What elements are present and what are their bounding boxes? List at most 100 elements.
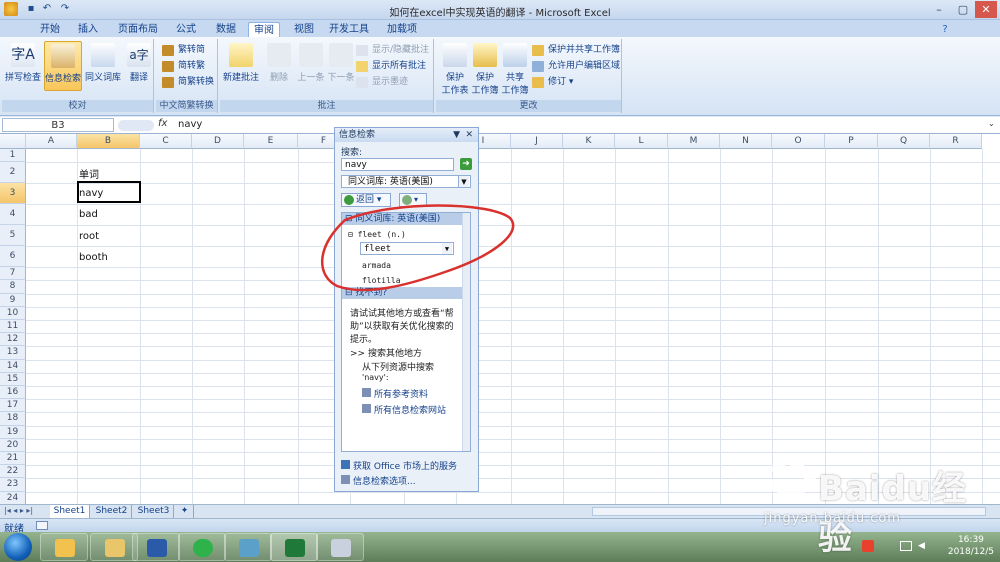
tab-home[interactable]: 开始	[34, 22, 66, 38]
row-header[interactable]: 17	[0, 399, 26, 413]
track-changes-button[interactable]: 修订 ▾	[532, 75, 573, 90]
name-box[interactable]: B3	[2, 118, 114, 132]
share-workbook-button[interactable]: 共享 工作簿	[496, 41, 534, 96]
translate-button[interactable]: a字 翻译	[120, 41, 158, 91]
all-references-link[interactable]: 所有参考资料	[362, 387, 428, 400]
row-header[interactable]: 5	[0, 225, 26, 247]
row-header[interactable]: 11	[0, 320, 26, 334]
column-header[interactable]: J	[511, 134, 563, 149]
pane-menu-icon[interactable]: ▼	[453, 128, 460, 142]
row-header[interactable]: 22	[0, 465, 26, 479]
row-header[interactable]: 3	[0, 183, 26, 205]
insert-sheet-icon[interactable]: ✦	[176, 505, 194, 518]
minimize-icon[interactable]: –	[928, 1, 950, 18]
taskbar-app[interactable]	[40, 533, 88, 561]
allow-edit-ranges-button[interactable]: 允许用户编辑区域	[532, 59, 620, 74]
tab-insert[interactable]: 插入	[72, 22, 104, 38]
row-header[interactable]: 12	[0, 333, 26, 347]
row-header[interactable]: 10	[0, 306, 26, 320]
taskbar-app[interactable]	[224, 533, 272, 561]
cell-b6[interactable]: booth	[79, 252, 108, 263]
row-header[interactable]: 20	[0, 438, 26, 452]
tab-data[interactable]: 数据	[210, 22, 242, 38]
source-select[interactable]: 同义词库: 英语(美国) ▼	[341, 175, 471, 188]
tab-formulas[interactable]: 公式	[170, 22, 202, 38]
taskbar-app[interactable]	[178, 533, 226, 561]
row-header[interactable]: 18	[0, 412, 26, 426]
tab-view[interactable]: 视图	[288, 22, 320, 38]
next-comment-button[interactable]: 下一条	[322, 41, 360, 91]
row-header[interactable]: 2	[0, 162, 26, 184]
cell-b2[interactable]: 单词	[79, 166, 99, 181]
simp-to-trad-button[interactable]: 简转繁	[162, 59, 205, 74]
research-button[interactable]: 信息检索	[44, 41, 82, 91]
tab-developer[interactable]: 开发工具	[326, 22, 372, 38]
row-header[interactable]: 6	[0, 246, 26, 268]
pane-close-icon[interactable]: ✕	[465, 128, 473, 142]
trad-to-simp-button[interactable]: 繁转简	[162, 43, 205, 58]
worksheet-grid[interactable]: ABCDEFGHIJKLMNOPQR 123456789101112131415…	[0, 134, 1000, 506]
row-header[interactable]: 8	[0, 280, 26, 294]
column-header[interactable]: B	[77, 134, 140, 149]
all-sites-link[interactable]: 所有信息检索网站	[362, 403, 446, 416]
spell-check-button[interactable]: 字A 拼写检查	[4, 41, 42, 91]
row-header[interactable]: 23	[0, 478, 26, 492]
formula-input[interactable]: navy	[178, 118, 202, 132]
show-all-comments-button[interactable]: 显示所有批注	[356, 59, 426, 74]
row-header[interactable]: 16	[0, 386, 26, 400]
help-icon[interactable]: ?	[938, 22, 952, 38]
sheet-tab[interactable]: Sheet2	[92, 505, 132, 518]
sheet-tab[interactable]: Sheet1	[50, 505, 90, 518]
close-icon[interactable]: ✕	[975, 1, 997, 18]
taskbar-app[interactable]	[132, 533, 180, 561]
restore-icon[interactable]: ▢	[952, 1, 974, 18]
column-header[interactable]: Q	[878, 134, 930, 149]
row-header[interactable]: 15	[0, 372, 26, 386]
chinese-conversion-button[interactable]: 简繁转换	[162, 75, 214, 90]
column-header[interactable]: R	[930, 134, 982, 149]
sheet-tab[interactable]: Sheet3	[134, 505, 174, 518]
formula-bar-handle[interactable]	[118, 120, 154, 131]
cell-b5[interactable]: root	[79, 231, 99, 242]
tab-page-layout[interactable]: 页面布局	[112, 22, 164, 38]
thesaurus-button[interactable]: 同义词库	[84, 41, 122, 91]
row-header[interactable]: 13	[0, 346, 26, 360]
tab-addins[interactable]: 加载项	[382, 22, 422, 38]
office-marketplace-link[interactable]: 获取 Office 市场上的服务	[341, 459, 457, 472]
column-header[interactable]: P	[825, 134, 878, 149]
row-header[interactable]: 7	[0, 267, 26, 281]
go-search-icon[interactable]: ➜	[460, 158, 472, 170]
tab-review[interactable]: 审阅	[248, 22, 280, 38]
protect-share-workbook-button[interactable]: 保护并共享工作簿	[532, 43, 620, 58]
column-header[interactable]: D	[192, 134, 244, 149]
sheet-nav-arrows-icon[interactable]: |◂ ◂ ▸ ▸|	[4, 506, 33, 515]
row-header[interactable]: 4	[0, 204, 26, 226]
row-header[interactable]: 14	[0, 359, 26, 373]
show-ink-button[interactable]: 显示墨迹	[356, 75, 408, 90]
select-all-corner[interactable]	[0, 134, 26, 149]
taskbar-app[interactable]	[90, 533, 138, 561]
column-header[interactable]: K	[563, 134, 615, 149]
row-header[interactable]: 19	[0, 425, 26, 439]
column-header[interactable]: A	[26, 134, 77, 149]
cell-b4[interactable]: bad	[79, 209, 98, 220]
column-header[interactable]: M	[668, 134, 720, 149]
insert-function-icon[interactable]: fx	[158, 118, 167, 129]
column-header[interactable]: L	[615, 134, 668, 149]
row-header[interactable]: 24	[0, 491, 26, 505]
row-header[interactable]: 9	[0, 293, 26, 307]
row-header[interactable]: 21	[0, 452, 26, 466]
search-other-places[interactable]: >> 搜索其他地方	[350, 346, 422, 359]
column-header[interactable]: C	[140, 134, 192, 149]
macro-record-icon[interactable]	[36, 521, 48, 530]
taskbar-app[interactable]	[316, 533, 364, 561]
start-button-icon[interactable]	[4, 533, 32, 561]
taskbar-app-excel[interactable]	[270, 533, 318, 561]
expand-formula-icon[interactable]: ⌄	[988, 119, 998, 131]
show-hide-comment-button[interactable]: 显示/隐藏批注	[356, 43, 429, 58]
research-options-link[interactable]: 信息检索选项...	[341, 474, 416, 487]
row-header[interactable]: 1	[0, 149, 26, 163]
new-comment-button[interactable]: 新建批注	[222, 41, 260, 91]
column-header[interactable]: N	[720, 134, 772, 149]
column-header[interactable]: O	[772, 134, 825, 149]
